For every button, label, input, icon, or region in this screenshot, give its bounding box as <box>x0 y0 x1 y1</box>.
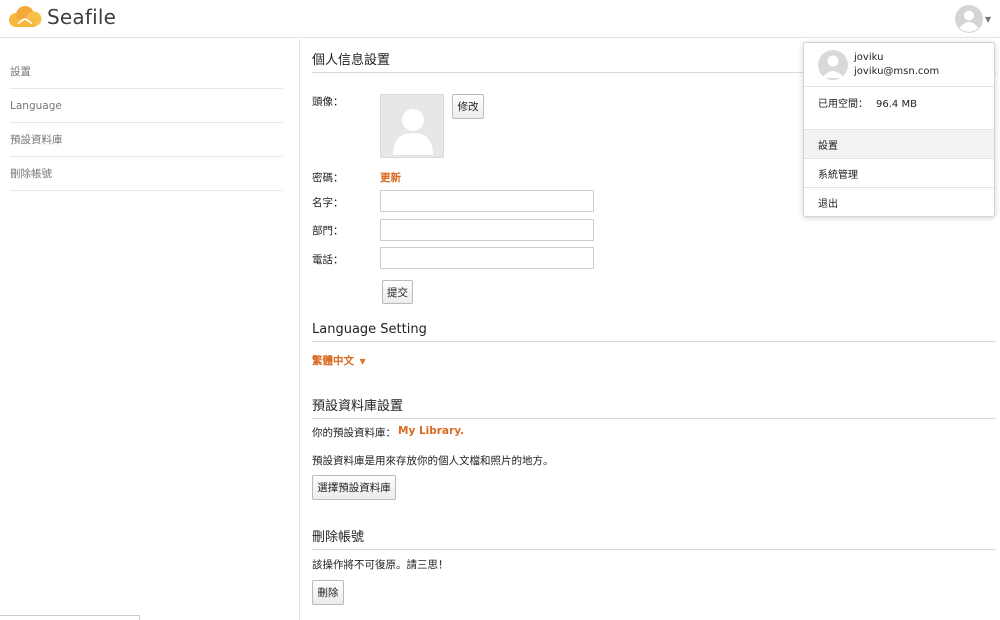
default-library-section: 預設資料庫設置 你的預設資料庫： My Library. 預設資料庫是用來存放你… <box>312 395 996 505</box>
phone-label: 電話： <box>312 254 344 266</box>
user-avatar-button[interactable]: ▼ <box>955 3 995 35</box>
choose-default-library-button[interactable]: 選擇預設資料庫 <box>312 475 396 500</box>
sidebar-item-delete-account[interactable]: 刪除帳號 <box>10 157 283 191</box>
space-usage-label: 已用空間： <box>818 99 868 110</box>
user-avatar <box>818 50 848 80</box>
department-input[interactable] <box>380 219 594 241</box>
user-name: joviku <box>854 52 884 63</box>
delete-warning-text: 該操作將不可復原。請三思！ <box>312 559 449 571</box>
menu-item-logout[interactable]: 退出 <box>804 187 994 216</box>
status-bar-edge <box>0 615 140 620</box>
sidebar-item-settings[interactable]: 設置 <box>10 55 283 89</box>
menu-item-settings[interactable]: 設置 <box>804 129 994 158</box>
delete-account-section: 刪除帳號 該操作將不可復原。請三思！ 刪除 <box>312 526 996 606</box>
avatar-preview <box>380 94 444 158</box>
user-email: joviku@msn.com <box>854 66 940 77</box>
delete-account-button[interactable]: 刪除 <box>312 580 344 605</box>
sidebar-item-default-library[interactable]: 預設資料庫 <box>10 123 283 157</box>
delete-account-section-title: 刪除帳號 <box>312 526 996 550</box>
default-library-label: 你的預設資料庫： <box>312 427 396 439</box>
space-usage: 已用空間： 96.4 MB <box>818 95 917 110</box>
space-usage-value: 96.4 MB <box>876 99 917 110</box>
cloud-logo-icon <box>9 6 42 27</box>
default-avatar-icon <box>393 109 433 155</box>
default-library-section-title: 預設資料庫設置 <box>312 395 996 419</box>
sidebar: 設置 Language 預設資料庫 刪除帳號 <box>0 39 300 620</box>
department-label: 部門： <box>312 225 344 237</box>
user-dropdown-menu: joviku joviku@msn.com 已用空間： 96.4 MB 設置 系統… <box>803 42 995 217</box>
update-password-link[interactable]: 更新 <box>380 170 401 185</box>
language-caret-icon: ▼ <box>359 357 366 366</box>
language-selector[interactable]: 繁體中文 ▼ <box>312 353 366 368</box>
sidebar-item-language[interactable]: Language <box>10 89 283 123</box>
avatar-label: 頭像： <box>312 96 344 108</box>
caret-down-icon: ▼ <box>985 14 992 24</box>
sidebar-nav: 設置 Language 預設資料庫 刪除帳號 <box>10 55 283 191</box>
submit-button[interactable]: 提交 <box>382 280 413 304</box>
user-info: joviku joviku@msn.com <box>804 43 994 87</box>
logo-text: Seafile <box>47 5 117 29</box>
language-section: Language Setting 繁體中文 ▼ <box>312 322 996 372</box>
current-language: 繁體中文 <box>312 355 354 367</box>
phone-input[interactable] <box>380 247 594 269</box>
language-section-title: Language Setting <box>312 322 996 342</box>
password-label: 密碼： <box>312 172 344 184</box>
user-avatar-icon <box>955 5 983 33</box>
change-avatar-button[interactable]: 修改 <box>452 94 484 119</box>
name-input[interactable] <box>380 190 594 212</box>
name-label: 名字： <box>312 197 344 209</box>
seafile-logo[interactable]: Seafile <box>6 5 116 29</box>
top-header: Seafile ▼ <box>0 0 1000 38</box>
default-library-link[interactable]: My Library. <box>398 425 464 437</box>
menu-item-system-admin[interactable]: 系統管理 <box>804 158 994 187</box>
default-library-description: 預設資料庫是用來存放你的個人文檔和照片的地方。 <box>312 455 554 467</box>
user-avatar-small-icon <box>822 55 844 78</box>
